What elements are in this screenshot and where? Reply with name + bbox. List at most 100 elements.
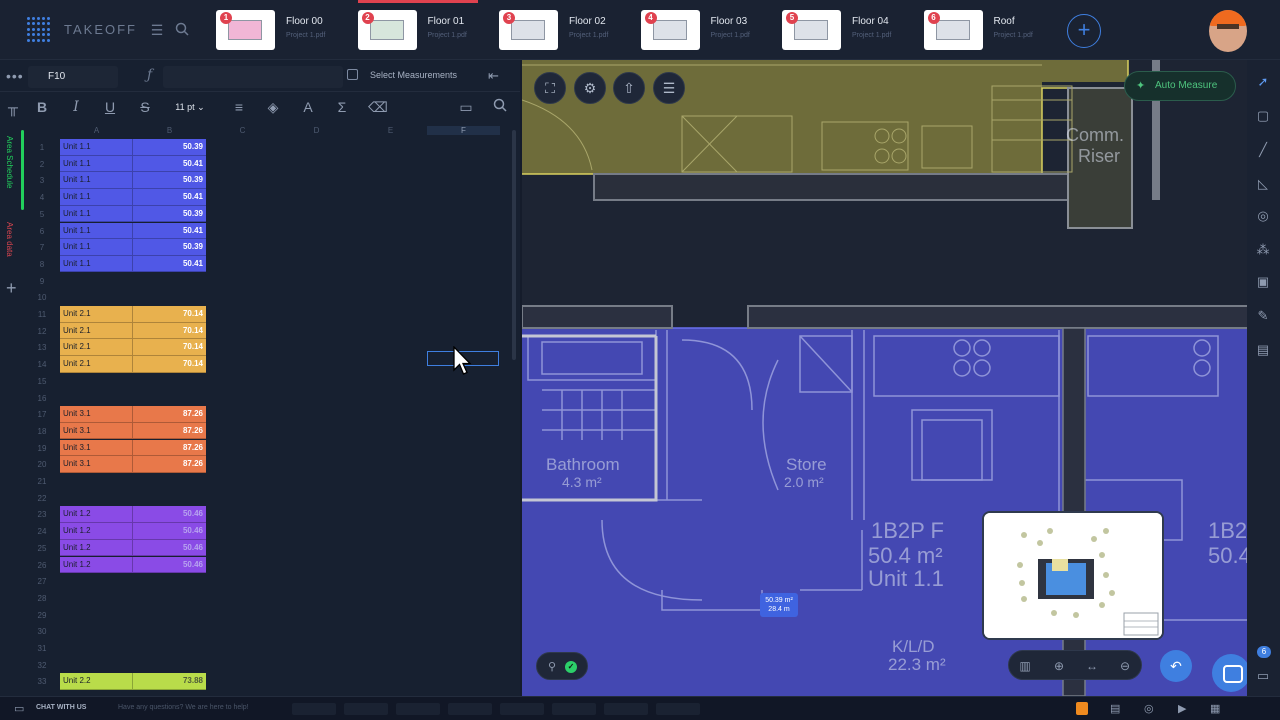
row-number[interactable]: 3	[30, 176, 54, 185]
row-number[interactable]: 17	[30, 410, 54, 419]
row-number[interactable]: 23	[30, 510, 54, 519]
unit-name-cell[interactable]: Unit 1.2	[60, 523, 133, 540]
spreadsheet-grid[interactable]: ABCDEFG1Unit 1.150.392Unit 1.150.413Unit…	[30, 122, 520, 696]
row-number[interactable]: 26	[30, 561, 54, 570]
note-tool-icon[interactable]: ▣	[1255, 274, 1271, 290]
area-value-cell[interactable]: 73.88	[133, 673, 206, 690]
takeoff-logo[interactable]: TAKEOFF	[27, 17, 137, 42]
row-number[interactable]: 6	[30, 227, 54, 236]
chat-with-us-label[interactable]: CHAT WITH US	[36, 704, 86, 711]
floor-tab[interactable]: 6 Roof Project 1.pdf	[923, 10, 1064, 50]
footer-tab[interactable]	[448, 703, 492, 715]
area-value-cell[interactable]: 50.46	[133, 523, 206, 540]
rectangle-tool-icon[interactable]: ▢	[1255, 108, 1271, 124]
column-header[interactable]: E	[354, 126, 427, 135]
group-tool-icon[interactable]: ⁂	[1255, 242, 1271, 258]
unit-name-cell[interactable]: Unit 2.1	[60, 306, 133, 323]
select-pointer-icon[interactable]: ➚	[1255, 74, 1271, 90]
underline-icon[interactable]: U	[102, 98, 118, 116]
area-value-cell[interactable]: 50.39	[133, 239, 206, 256]
unit-name-cell[interactable]: Unit 1.2	[60, 556, 133, 573]
column-header[interactable]: F	[427, 126, 500, 135]
undo-button[interactable]: ↶	[1160, 650, 1192, 682]
area-value-cell[interactable]: 70.14	[133, 306, 206, 323]
row-number[interactable]: 13	[30, 343, 54, 352]
row-number[interactable]: 18	[30, 427, 54, 436]
row-number[interactable]: 14	[30, 360, 54, 369]
row-number[interactable]: 28	[30, 594, 54, 603]
zoom-search-icon[interactable]	[174, 22, 190, 38]
minimap[interactable]	[982, 511, 1164, 640]
area-value-cell[interactable]: 50.39	[133, 205, 206, 223]
unit-name-cell[interactable]: Unit 2.1	[60, 339, 133, 356]
row-number[interactable]: 15	[30, 377, 54, 386]
more-options-icon[interactable]: •••	[6, 68, 24, 84]
floor-tab[interactable]: 3 Floor 02 Project 1.pdf	[499, 10, 639, 50]
row-number[interactable]: 33	[30, 677, 54, 686]
document-icon[interactable]: ▤	[1110, 702, 1120, 715]
row-number[interactable]: 27	[30, 577, 54, 586]
chat-icon[interactable]: ▭	[14, 702, 24, 715]
floor-tab[interactable]: 4 Floor 03 Project 1.pdf	[640, 10, 781, 50]
row-number[interactable]: 2	[30, 160, 54, 169]
sum-icon[interactable]: Σ	[334, 98, 350, 116]
unit-name-cell[interactable]: Unit 3.1	[60, 439, 133, 457]
list-button[interactable]: ☰	[653, 72, 685, 104]
row-number[interactable]: 10	[30, 293, 54, 302]
apps-icon[interactable]: ▦	[1210, 702, 1220, 715]
column-header[interactable]: D	[280, 126, 353, 135]
add-sheet-icon[interactable]: +	[6, 278, 17, 299]
unit-name-cell[interactable]: Unit 3.1	[60, 456, 133, 473]
unit-name-cell[interactable]: Unit 1.1	[60, 222, 133, 239]
eraser-icon[interactable]: ⌫	[368, 98, 388, 116]
line-tool-icon[interactable]: ╱	[1255, 142, 1271, 158]
area-value-cell[interactable]: 50.46	[133, 506, 206, 523]
chat-launcher-button[interactable]	[1212, 654, 1247, 692]
unit-name-cell[interactable]: Unit 1.2	[60, 506, 133, 523]
area-value-cell[interactable]: 50.41	[133, 189, 206, 206]
floor-thumbnail[interactable]: 2	[357, 10, 417, 50]
floor-thumbnail[interactable]: 3	[499, 10, 558, 50]
unit-name-cell[interactable]: Unit 3.1	[60, 422, 133, 440]
area-value-cell[interactable]: 50.46	[133, 556, 206, 573]
floor-tab[interactable]: 1 Floor 00 Project 1.pdf	[216, 10, 356, 50]
select-measurements-button[interactable]: Select Measurements	[347, 69, 457, 80]
area-value-cell[interactable]: 50.39	[133, 172, 206, 189]
unit-name-cell[interactable]: Unit 2.1	[60, 356, 133, 373]
tab-area-schedule[interactable]: Area Schedule	[5, 136, 14, 188]
export-button[interactable]: ⇧	[613, 72, 645, 104]
floor-thumbnail[interactable]: 5	[782, 10, 841, 50]
zoom-out-icon[interactable]: ⊖	[1117, 658, 1133, 674]
video-icon[interactable]: ▶	[1178, 702, 1186, 715]
comment-icon[interactable]: ▭	[458, 98, 474, 116]
tab-area-data[interactable]: Area data	[5, 222, 14, 257]
fill-color-icon[interactable]: ◈	[265, 98, 281, 116]
monitor-icon[interactable]: ▭	[1255, 668, 1271, 684]
floor-thumbnail[interactable]: 1	[216, 10, 275, 50]
footer-tab[interactable]	[396, 703, 440, 715]
footer-tab[interactable]	[292, 703, 336, 715]
fullscreen-button[interactable]: ⛶	[534, 72, 566, 104]
row-number[interactable]: 20	[30, 460, 54, 469]
footer-tab[interactable]	[500, 703, 544, 715]
formula-input[interactable]	[163, 66, 343, 88]
align-left-icon[interactable]: ≡	[231, 98, 247, 116]
area-value-cell[interactable]: 50.41	[133, 155, 206, 173]
row-number[interactable]: 4	[30, 193, 54, 202]
unit-name-cell[interactable]: Unit 1.1	[60, 189, 133, 206]
row-number[interactable]: 19	[30, 444, 54, 453]
row-number[interactable]: 1	[30, 143, 54, 152]
row-number[interactable]: 25	[30, 544, 54, 553]
italic-icon[interactable]: I	[68, 98, 84, 116]
area-value-cell[interactable]: 70.14	[133, 339, 206, 356]
floor-thumbnail[interactable]: 6	[923, 10, 983, 50]
row-number[interactable]: 7	[30, 243, 54, 252]
text-color-icon[interactable]: A	[300, 98, 316, 116]
strikethrough-icon[interactable]: S	[137, 98, 153, 116]
row-number[interactable]: 16	[30, 394, 54, 403]
legend-tool-icon[interactable]: ▤	[1255, 342, 1271, 358]
area-value-cell[interactable]: 70.14	[133, 322, 206, 340]
row-number[interactable]: 29	[30, 611, 54, 620]
row-number[interactable]: 22	[30, 494, 54, 503]
area-value-cell[interactable]: 50.39	[133, 139, 206, 156]
